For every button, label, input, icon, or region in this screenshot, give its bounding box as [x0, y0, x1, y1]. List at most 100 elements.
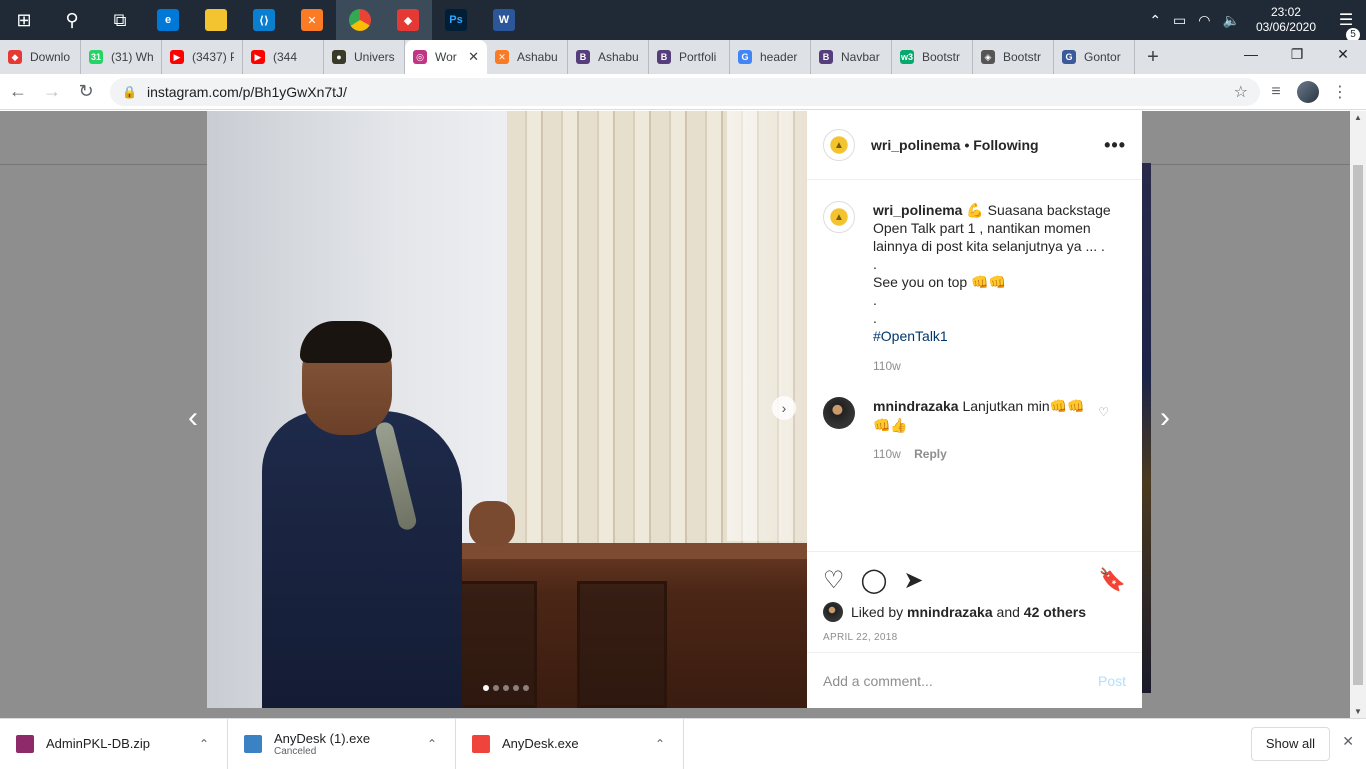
volume-icon[interactable]: 🔈 — [1217, 12, 1246, 29]
page-scrollbar[interactable]: ▲ ▼ — [1350, 111, 1366, 718]
task-view-button[interactable]: ⧉ — [96, 0, 144, 40]
chevron-up-icon[interactable]: ⌃ — [427, 737, 437, 751]
caption-avatar[interactable]: ▲ — [823, 201, 855, 233]
caption-username[interactable]: wri_polinema — [873, 202, 962, 218]
taskbar-vscode[interactable]: ⟨⟩ — [240, 0, 288, 40]
share-paper-plane-icon[interactable]: ➤ — [903, 566, 923, 595]
tab-favicon-icon: ▶ — [251, 50, 265, 64]
comment-username[interactable]: mnindrazaka — [873, 398, 959, 414]
taskbar-word[interactable]: W — [480, 0, 528, 40]
browser-tab[interactable]: ● Univers — [324, 40, 405, 74]
like-heart-icon[interactable]: ♡ — [823, 566, 845, 595]
scrollbar-thumb[interactable] — [1353, 165, 1363, 685]
bookmark-star-icon[interactable]: ☆ — [1234, 82, 1248, 102]
tab-label: Ashabu — [517, 50, 558, 64]
close-window-button[interactable]: ✕ — [1320, 40, 1366, 70]
download-item[interactable]: AnyDesk.exe ⌃ — [456, 718, 684, 769]
caption-age: 110w — [873, 359, 901, 373]
download-item[interactable]: AnyDesk (1).exe Canceled ⌃ — [228, 718, 456, 769]
taskbar-file-explorer[interactable] — [192, 0, 240, 40]
notification-center-button[interactable]: ☰ 5 — [1326, 10, 1366, 42]
more-vertical-icon: ⋮ — [1332, 83, 1348, 101]
menu-button[interactable]: ⋮ — [1324, 76, 1356, 108]
avatar — [1297, 80, 1319, 103]
profile-button[interactable] — [1292, 76, 1324, 108]
browser-tab[interactable]: B Ashabu — [568, 40, 649, 74]
scroll-up-icon[interactable]: ▲ — [1350, 113, 1366, 122]
browser-tab[interactable]: ▶ (344 — [243, 40, 324, 74]
browser-tab[interactable]: ▶ (3437) P — [162, 40, 243, 74]
photo-window-light — [727, 111, 807, 541]
close-tab-icon[interactable]: ✕ — [468, 49, 479, 65]
comment-bubble-icon[interactable]: ◯ — [861, 566, 888, 595]
close-download-bar-icon[interactable]: ✕ — [1342, 733, 1354, 750]
chevron-up-icon[interactable]: ⌃ — [199, 737, 209, 751]
more-options-icon[interactable]: ••• — [1104, 135, 1126, 156]
save-bookmark-icon[interactable]: 🔖 — [1099, 567, 1126, 593]
browser-tab[interactable]: B Portfoli — [649, 40, 730, 74]
comment-like-heart-icon[interactable]: ♡ — [1098, 405, 1109, 419]
taskbar-chrome[interactable] — [336, 0, 384, 40]
chrome-icon — [349, 9, 371, 31]
browser-tab[interactable]: ◎ Wor ✕ — [405, 40, 487, 74]
carousel-next-button[interactable]: › — [772, 396, 796, 420]
reading-list-icon[interactable]: ≡ — [1260, 76, 1292, 108]
forward-button[interactable]: → — [36, 76, 68, 108]
post-comment-button[interactable]: Post — [1098, 673, 1126, 689]
post-photo[interactable]: › — [207, 111, 807, 708]
tab-favicon-icon: G — [738, 50, 752, 64]
follow-status[interactable]: • Following — [964, 137, 1038, 153]
browser-tab[interactable]: 31 (31) Wh — [81, 40, 162, 74]
wifi-icon[interactable]: ◠ — [1192, 12, 1216, 29]
address-bar[interactable]: 🔒 instagram.com/p/Bh1yGwXn7tJ/ ☆ — [110, 77, 1260, 106]
browser-tab[interactable]: B Navbar — [811, 40, 892, 74]
liked-by-user[interactable]: mnindrazaka — [907, 604, 993, 620]
tab-favicon-icon: ▶ — [170, 50, 184, 64]
commenter-avatar[interactable] — [823, 397, 855, 429]
tab-label: Bootstr — [922, 50, 961, 64]
browser-tab[interactable]: ◈ Bootstr — [973, 40, 1054, 74]
browser-tab[interactable]: ◆ Downlo — [0, 40, 81, 74]
reply-button[interactable]: Reply — [914, 447, 947, 461]
photoshop-icon: Ps — [445, 9, 467, 31]
windows-taskbar: ⊞ ⚲ ⧉ e ⟨⟩ ✕ ◆ Ps W ⌃ ▭ ◠ 🔈 23:02 03/06/… — [0, 0, 1366, 42]
next-post-arrow[interactable]: › — [1160, 401, 1170, 435]
comment-input[interactable]: Add a comment... — [823, 673, 933, 689]
clock[interactable]: 23:02 03/06/2020 — [1246, 5, 1326, 35]
carousel-dot — [523, 685, 529, 691]
chevron-up-icon[interactable]: ⌃ — [655, 737, 665, 751]
account-logo[interactable]: ▲ — [823, 129, 855, 161]
reload-button[interactable]: ↻ — [70, 76, 102, 108]
new-tab-button[interactable]: + — [1135, 40, 1171, 74]
previous-post-arrow[interactable]: ‹ — [188, 401, 198, 435]
search-button[interactable]: ⚲ — [48, 0, 96, 40]
liked-by-others[interactable]: 42 others — [1024, 604, 1086, 620]
minimize-button[interactable]: — — [1228, 40, 1274, 70]
taskbar-photoshop[interactable]: Ps — [432, 0, 480, 40]
browser-tab[interactable]: ✕ Ashabu — [487, 40, 568, 74]
vscode-icon: ⟨⟩ — [253, 9, 275, 31]
tab-label: Navbar — [841, 50, 880, 64]
scroll-down-icon[interactable]: ▼ — [1350, 707, 1366, 716]
edge-icon: e — [157, 9, 179, 31]
chevron-up-icon[interactable]: ⌃ — [1143, 12, 1167, 29]
battery-icon[interactable]: ▭ — [1167, 12, 1192, 29]
browser-tab[interactable]: w3 Bootstr — [892, 40, 973, 74]
background-post-preview — [1142, 163, 1151, 693]
browser-tab[interactable]: Gheader — [730, 40, 811, 74]
download-status: Canceled — [274, 745, 317, 757]
maximize-button[interactable]: ❐ — [1274, 40, 1320, 70]
hashtag-link[interactable]: #OpenTalk1 — [873, 327, 1123, 345]
carousel-dot — [513, 685, 519, 691]
tab-label: (344 — [273, 50, 298, 64]
taskbar-red-app[interactable]: ◆ — [384, 0, 432, 40]
taskbar-xampp[interactable]: ✕ — [288, 0, 336, 40]
back-button[interactable]: ← — [2, 76, 34, 108]
download-item[interactable]: AdminPKL-DB.zip ⌃ — [0, 718, 228, 769]
post-username[interactable]: wri_polinema — [871, 137, 960, 153]
taskbar-edge[interactable]: e — [144, 0, 192, 40]
tab-favicon-icon: B — [819, 50, 833, 64]
start-button[interactable]: ⊞ — [0, 0, 48, 40]
show-all-downloads-button[interactable]: Show all — [1250, 727, 1330, 761]
browser-tab[interactable]: G Gontor — [1054, 40, 1135, 74]
